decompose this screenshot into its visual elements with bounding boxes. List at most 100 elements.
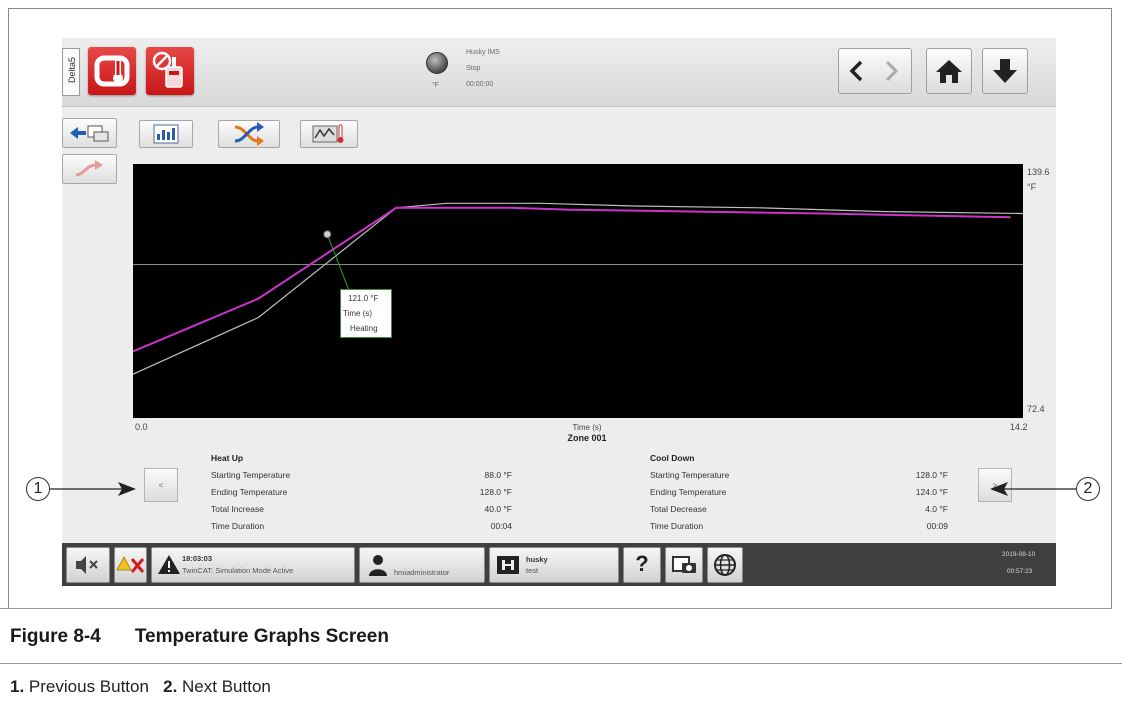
status-title: Husky IMS bbox=[466, 49, 500, 56]
cool-row-value: 124.0 °F bbox=[915, 487, 948, 497]
husky-logo-icon bbox=[497, 556, 519, 574]
heat-row-value: 00:04 bbox=[490, 521, 512, 531]
chevron-left-icon bbox=[849, 60, 863, 82]
user-icon bbox=[369, 555, 387, 576]
delta5-tab-label: Delta5 bbox=[67, 57, 77, 84]
heat-up-title: Heat Up bbox=[211, 453, 244, 463]
heat-row-value: 88.0 °F bbox=[484, 470, 513, 480]
caption-legend: 1. Previous Button 2. Next Button bbox=[10, 677, 271, 697]
status-time: 00:00:00 bbox=[466, 81, 494, 88]
y-axis-min-label: 72.4 bbox=[1027, 404, 1045, 414]
footer-clock: 00:57:23 bbox=[1007, 568, 1033, 575]
heat-row-label: Starting Temperature bbox=[211, 470, 291, 480]
mold-name: husky bbox=[526, 555, 548, 564]
disabled-controller-button[interactable] bbox=[146, 47, 194, 95]
cool-row-label: Total Decrease bbox=[650, 504, 707, 514]
bar-graph-view-button[interactable] bbox=[139, 120, 193, 148]
temperature-chart-svg bbox=[132, 202, 1024, 375]
warning-clear-icon bbox=[116, 556, 145, 573]
zone-label: Zone 001 bbox=[567, 433, 607, 443]
x-axis-min-label: 0.0 bbox=[135, 422, 148, 432]
alarm-time: 18:03:03 bbox=[182, 554, 213, 563]
alarm-acknowledge-button[interactable] bbox=[114, 547, 147, 583]
item2-number: 2. bbox=[163, 677, 178, 696]
language-button[interactable] bbox=[707, 547, 743, 583]
heat-row-label: Time Duration bbox=[211, 521, 265, 531]
figure-title: Temperature Graphs Screen bbox=[134, 626, 389, 647]
caption-divider bbox=[0, 663, 1122, 664]
item1-number: 1. bbox=[10, 677, 25, 696]
delta5-tab[interactable]: Delta5 bbox=[62, 48, 80, 96]
caption-divider bbox=[0, 608, 1112, 609]
hmi-screen: Delta5 °F Husky IMS Stop 00:00:00 139.6 … bbox=[62, 38, 1056, 586]
heat-row-label: Ending Temperature bbox=[211, 487, 288, 497]
user-name: hmiadministrator bbox=[394, 568, 450, 577]
previous-callout-marker: 1 bbox=[26, 477, 50, 501]
shuffle-arrow-icon bbox=[75, 160, 103, 177]
previous-callout-arrow bbox=[50, 482, 136, 496]
home-button[interactable] bbox=[926, 48, 972, 94]
help-button[interactable]: ? bbox=[623, 547, 661, 583]
globe-icon bbox=[714, 554, 736, 576]
x-axis-title: Time (s) bbox=[572, 423, 602, 432]
user-button[interactable]: hmiadministrator bbox=[359, 547, 485, 583]
next-callout-arrow bbox=[990, 482, 1076, 496]
shuffle-nav-button[interactable] bbox=[62, 154, 117, 184]
swap-compare-button[interactable] bbox=[218, 120, 280, 148]
temperature-graph-button[interactable] bbox=[300, 120, 358, 148]
waveform-thermometer-icon bbox=[312, 124, 344, 143]
heat-row-value: 40.0 °F bbox=[484, 504, 513, 514]
header-bar: Delta5 °F Husky IMS Stop 00:00:00 bbox=[62, 38, 1056, 107]
crossing-arrows-icon bbox=[234, 122, 264, 146]
data-point-tooltip: 121.0 °F Time (s) Heating bbox=[340, 289, 392, 338]
x-axis-max-label: 14.2 bbox=[1010, 422, 1028, 432]
arrow-down-icon bbox=[993, 59, 1017, 83]
footer-bar: 18:03:03 TwinCAT: Simulation Mode Active… bbox=[62, 543, 1056, 586]
temperature-alarm-button[interactable] bbox=[88, 47, 136, 95]
mute-button[interactable] bbox=[66, 547, 110, 583]
footer-date: 2019-08-10 bbox=[1002, 551, 1036, 558]
status-state: Stop bbox=[466, 65, 481, 72]
back-forward-button[interactable] bbox=[838, 48, 912, 94]
cool-row-label: Ending Temperature bbox=[650, 487, 727, 497]
home-icon bbox=[936, 60, 962, 83]
item1-text: Previous Button bbox=[28, 677, 149, 696]
tooltip-axis-label: Time (s) bbox=[343, 309, 373, 318]
warning-triangle-icon bbox=[158, 555, 180, 574]
mold-subtitle: test bbox=[526, 566, 539, 575]
cool-row-value: 4.0 °F bbox=[925, 504, 948, 514]
status-unit: °F bbox=[432, 82, 440, 89]
return-to-overview-button[interactable] bbox=[62, 118, 117, 148]
cool-row-label: Starting Temperature bbox=[650, 470, 730, 480]
previous-button[interactable]: < bbox=[144, 468, 178, 502]
y-axis-unit-label: °F bbox=[1027, 182, 1037, 192]
alarm-text: TwinCAT: Simulation Mode Active bbox=[182, 566, 294, 575]
figure-number: Figure 8-4 bbox=[10, 626, 101, 647]
mold-selector-button[interactable]: husky test bbox=[489, 547, 619, 583]
return-overview-icon bbox=[69, 125, 108, 142]
bar-chart-icon bbox=[153, 124, 179, 144]
figure-caption: Figure 8-4 Temperature Graphs Screen bbox=[10, 626, 389, 648]
temperature-alarm-icon bbox=[94, 55, 130, 87]
y-axis-max-label: 139.6 bbox=[1027, 167, 1050, 177]
speaker-mute-icon bbox=[76, 556, 98, 574]
active-alarm-banner[interactable]: 18:03:03 TwinCAT: Simulation Mode Active bbox=[151, 547, 355, 583]
chevron-right-icon bbox=[885, 60, 899, 82]
cool-row-value: 128.0 °F bbox=[915, 470, 948, 480]
selected-data-point[interactable] bbox=[323, 230, 332, 239]
next-callout-marker: 2 bbox=[1076, 477, 1100, 501]
tooltip-state: Heating bbox=[350, 324, 378, 333]
cool-row-label: Time Duration bbox=[650, 521, 704, 531]
cool-down-title: Cool Down bbox=[650, 453, 695, 463]
download-button[interactable] bbox=[982, 48, 1028, 94]
temperature-chart bbox=[132, 164, 1024, 418]
item2-text: Next Button bbox=[182, 677, 271, 696]
heat-row-label: Total Increase bbox=[211, 504, 264, 514]
series-line bbox=[132, 202, 1024, 375]
camera-screenshot-icon bbox=[672, 556, 696, 573]
series-line bbox=[132, 206, 1011, 353]
screenshot-button[interactable] bbox=[665, 547, 703, 583]
cool-row-value: 00:09 bbox=[926, 521, 948, 531]
tooltip-value: 121.0 °F bbox=[348, 294, 379, 303]
controller-disabled-icon bbox=[152, 51, 183, 88]
